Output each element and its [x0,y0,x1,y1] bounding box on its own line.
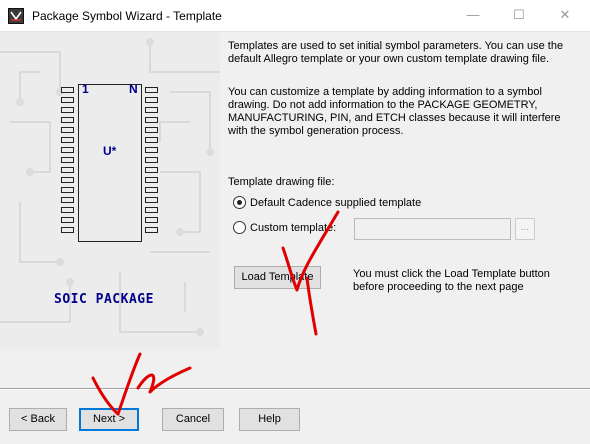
back-button[interactable]: < Back [9,408,67,431]
help-button[interactable]: Help [239,408,300,431]
load-template-button[interactable]: Load Template [234,266,321,289]
pin-n-label: N [129,82,138,96]
footer-divider [0,388,590,390]
package-label: SOIC PACKAGE [54,292,154,307]
pin-one-label: 1 [82,82,89,96]
maximize-button[interactable]: ☐ [496,0,542,31]
cancel-button[interactable]: Cancel [162,408,224,431]
next-checkmark-annotation [91,352,142,416]
browse-button[interactable]: ... [515,218,535,240]
custom-template-input[interactable] [354,218,511,240]
custom-template-radio[interactable] [233,221,246,234]
title-bar: Package Symbol Wizard - Template — ☐ ✕ [0,0,590,32]
next-button[interactable]: Next > [79,408,139,431]
load-template-note: You must click the Load Template button … [353,268,550,293]
intro-paragraph: Templates are used to set initial symbol… [228,40,564,65]
template-file-label: Template drawing file: [228,176,335,188]
default-template-label[interactable]: Default Cadence supplied template [250,197,421,209]
refdes-label: U* [103,144,117,158]
default-template-option[interactable]: Default Cadence supplied template [233,196,421,209]
minimize-button[interactable]: — [450,0,496,31]
app-icon [8,8,24,24]
window-title: Package Symbol Wizard - Template [32,9,222,23]
wizard-illustration: 1 N U* SOIC PACKAGE [0,32,220,349]
chip-outline [78,84,142,242]
default-template-radio[interactable] [233,196,246,209]
customize-paragraph: You can customize a template by adding i… [228,86,561,137]
close-button[interactable]: ✕ [542,0,588,31]
custom-template-option[interactable]: Custom template: [233,221,336,234]
custom-template-label[interactable]: Custom template: [250,222,336,234]
